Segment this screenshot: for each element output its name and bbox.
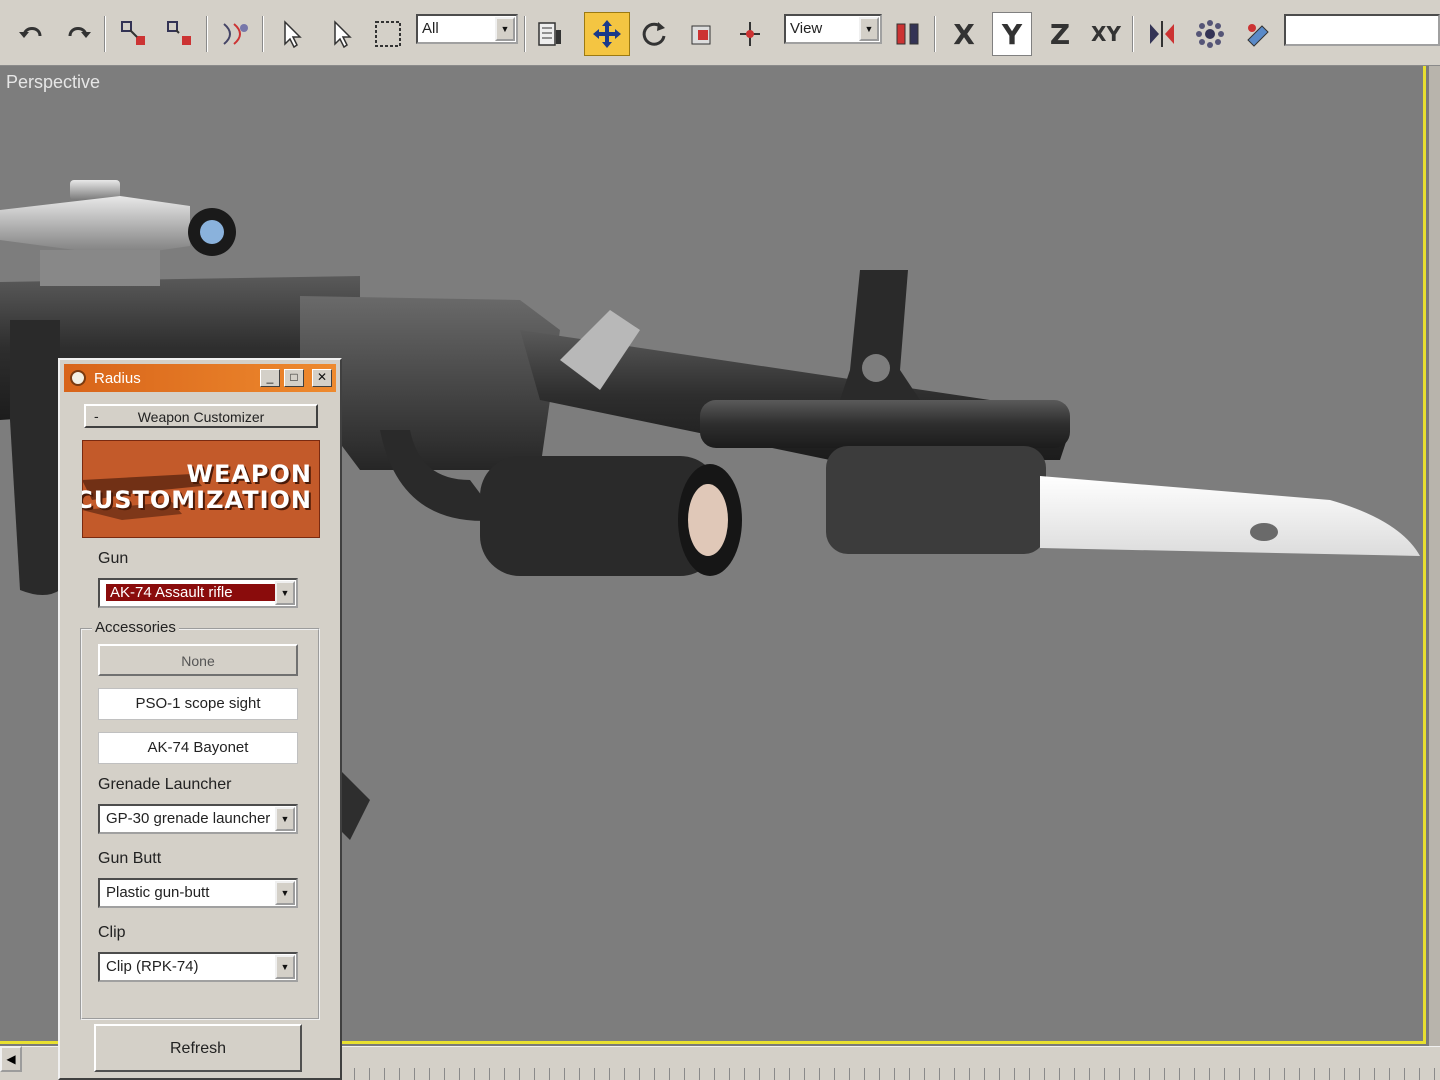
- reference-coordinate-value: View: [790, 20, 823, 37]
- gun-butt-value: Plastic gun-butt: [106, 884, 210, 901]
- viewport-label[interactable]: Perspective: [6, 72, 100, 93]
- rectangular-selection-icon[interactable]: [368, 12, 408, 56]
- grenade-launcher-value: GP-30 grenade launcher: [106, 810, 271, 827]
- select-and-link-icon[interactable]: [114, 12, 154, 56]
- gun-butt-label: Gun Butt: [98, 850, 162, 867]
- chevron-down-icon[interactable]: ▼: [275, 807, 295, 831]
- maximize-icon[interactable]: □: [284, 369, 304, 387]
- manipulate-icon[interactable]: [730, 12, 770, 56]
- weapon-customizer-panel: Radius _ □ ✕ - Weapon Customizer WEAPON …: [58, 358, 342, 1080]
- scope-accessory-button[interactable]: PSO-1 scope sight: [98, 688, 298, 720]
- bind-space-warp-icon[interactable]: [216, 12, 256, 56]
- banner-title-line1: WEAPON: [186, 460, 312, 488]
- toolbar-separator: [206, 16, 208, 52]
- accessories-label: Accessories: [92, 619, 179, 636]
- clip-label: Clip: [98, 924, 126, 941]
- select-by-name-icon[interactable]: [320, 12, 360, 56]
- redo-icon[interactable]: [58, 12, 98, 56]
- undo-icon[interactable]: [12, 12, 52, 56]
- axis-y-label: Y: [1001, 17, 1023, 51]
- refresh-button[interactable]: Refresh: [94, 1024, 302, 1072]
- toolbar-separator: [104, 16, 106, 52]
- restrict-x-button[interactable]: X: [944, 12, 984, 56]
- mirror-icon[interactable]: [1142, 12, 1182, 56]
- gun-label: Gun: [98, 550, 129, 567]
- grenade-launcher-dropdown[interactable]: GP-30 grenade launcher ▼: [98, 804, 298, 834]
- chevron-down-icon[interactable]: ▼: [275, 955, 295, 979]
- toolbar-separator: [934, 16, 936, 52]
- rollout-title: Weapon Customizer: [137, 409, 265, 425]
- time-slider-track[interactable]: [340, 1068, 1440, 1080]
- toolbar-separator: [524, 16, 526, 52]
- named-selection-field[interactable]: [1284, 14, 1440, 46]
- panel-title-bar[interactable]: Radius _ □ ✕: [64, 364, 336, 392]
- use-pivot-center-icon[interactable]: [888, 12, 928, 56]
- chevron-down-icon[interactable]: ▼: [275, 581, 295, 605]
- bayonet-accessory-button[interactable]: AK-74 Bayonet: [98, 732, 298, 764]
- select-object-icon[interactable]: [272, 12, 312, 56]
- clip-value: Clip (RPK-74): [106, 958, 199, 975]
- restrict-z-button[interactable]: Z: [1040, 12, 1080, 56]
- axis-xy-label: XY: [1091, 22, 1121, 46]
- named-selection-icon[interactable]: [530, 12, 570, 56]
- scroll-left-icon[interactable]: ◀: [0, 1046, 22, 1072]
- close-icon[interactable]: ✕: [312, 369, 332, 387]
- array-icon[interactable]: [1190, 12, 1230, 56]
- clip-dropdown[interactable]: Clip (RPK-74) ▼: [98, 952, 298, 982]
- gun-butt-dropdown[interactable]: Plastic gun-butt ▼: [98, 878, 298, 908]
- gun-value: AK-74 Assault rifle: [106, 584, 276, 601]
- rollout-header[interactable]: - Weapon Customizer: [84, 404, 318, 428]
- right-frame-strip: [1429, 66, 1440, 1046]
- chevron-down-icon[interactable]: ▼: [495, 17, 515, 41]
- app-icon: [70, 370, 86, 386]
- weapon-customization-banner: WEAPON CUSTOMIZATION: [82, 440, 320, 538]
- grenade-launcher-label: Grenade Launcher: [98, 776, 232, 793]
- no-accessory-button[interactable]: None: [98, 644, 298, 676]
- panel-title: Radius: [94, 370, 141, 387]
- chevron-down-icon[interactable]: ▼: [275, 881, 295, 905]
- scale-icon[interactable]: [682, 12, 722, 56]
- banner-title-line2: CUSTOMIZATION: [82, 486, 312, 514]
- selection-filter-dropdown[interactable]: All ▼: [416, 14, 518, 44]
- unlink-icon[interactable]: [160, 12, 200, 56]
- minimize-icon[interactable]: _: [260, 369, 280, 387]
- reference-coordinate-dropdown[interactable]: View ▼: [784, 14, 882, 44]
- chevron-down-icon[interactable]: ▼: [859, 17, 879, 41]
- axis-x-label: X: [953, 17, 975, 51]
- toolbar-separator: [262, 16, 264, 52]
- restrict-y-button[interactable]: Y: [992, 12, 1032, 56]
- selection-filter-value: All: [422, 20, 439, 37]
- restrict-xy-button[interactable]: XY: [1086, 12, 1126, 56]
- axis-z-label: Z: [1049, 17, 1071, 51]
- move-icon[interactable]: [584, 12, 630, 56]
- toolbar-separator: [1132, 16, 1134, 52]
- rotate-icon[interactable]: [634, 12, 674, 56]
- main-toolbar: All ▼ View ▼ X Y Z XY: [0, 0, 1440, 66]
- align-icon[interactable]: [1238, 12, 1278, 56]
- gun-dropdown[interactable]: AK-74 Assault rifle ▼: [98, 578, 298, 608]
